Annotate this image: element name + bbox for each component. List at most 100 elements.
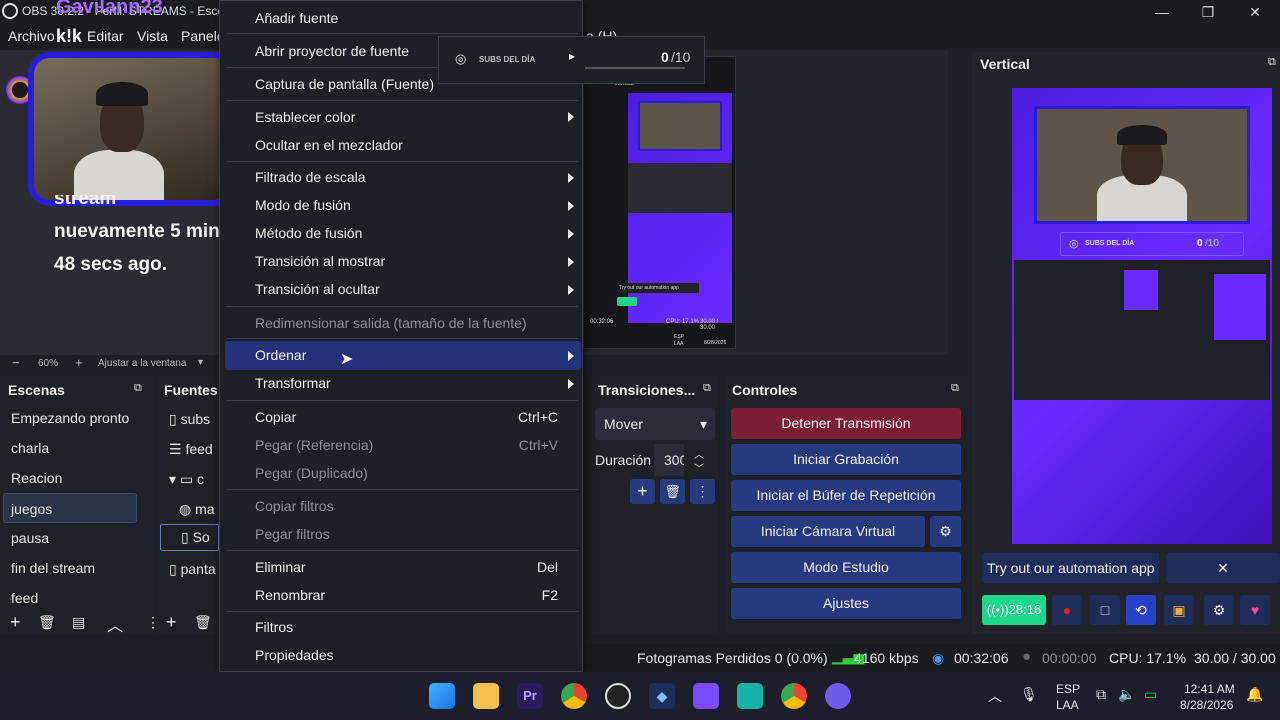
menu-item-scale-filter[interactable]: Filtrado de escala	[255, 169, 366, 185]
move-up-icon[interactable]: ︿	[107, 612, 123, 636]
menu-item-rename[interactable]: Renombrar	[255, 587, 325, 603]
source-item[interactable]: ▯ subs	[169, 411, 210, 428]
trash-icon[interactable]: 🗑	[38, 614, 56, 631]
file-explorer-icon[interactable]	[473, 683, 499, 709]
nested-time: 00:32:06	[590, 319, 614, 325]
apps-icon[interactable]	[693, 683, 719, 709]
menu-item-open-projector[interactable]: Abrir proyector de fuente	[255, 43, 409, 59]
chat-icon[interactable]	[825, 683, 851, 709]
source-item-selected[interactable]: ▯ So	[160, 524, 219, 551]
vertical-canvas[interactable]: ◎ SUBS DEL DÍA 0 /10	[1012, 88, 1272, 544]
automation-button[interactable]: Try out our automation app	[982, 553, 1159, 583]
streamlabs-icon[interactable]: ◆	[649, 683, 675, 709]
chrome-icon[interactable]	[561, 683, 587, 709]
transition-select[interactable]: Mover ▾	[595, 408, 715, 440]
add-source-button[interactable]: +	[166, 612, 177, 633]
settings-button[interactable]: Ajustes	[731, 588, 961, 619]
start-virtual-cam-button[interactable]: Iniciar Cámara Virtual	[731, 516, 925, 547]
source-item[interactable]: ◍ ma	[179, 501, 215, 518]
menu-item-set-color[interactable]: Establecer color	[255, 109, 355, 125]
close-button[interactable]: ✕	[1240, 2, 1270, 22]
microphone-icon[interactable]: 🎙	[1020, 686, 1038, 703]
source-item[interactable]: ☰ feed	[169, 441, 213, 458]
submenu-subs-label[interactable]: SUBS DEL DÍA	[479, 55, 535, 64]
scene-item[interactable]: pausa	[0, 523, 140, 553]
scene-item[interactable]: Empezando pronto	[0, 403, 140, 433]
menu-editar[interactable]: Editar	[87, 28, 124, 44]
menu-archivo[interactable]: Archivo	[8, 28, 55, 44]
start-replay-button[interactable]: Iniciar el Búfer de Repetición	[731, 480, 961, 511]
submenu-arrow-icon	[568, 112, 574, 122]
network-icon[interactable]: ⧉	[1096, 686, 1106, 703]
record-icon[interactable]: ●	[1052, 595, 1082, 625]
start-record-button[interactable]: Iniciar Grabación	[731, 444, 961, 475]
heart-icon[interactable]: ♥	[1240, 595, 1270, 625]
close-icon[interactable]: ✕	[1166, 553, 1280, 583]
obs-logo-icon	[2, 3, 18, 19]
menu-item-hide-mixer[interactable]: Ocultar en el mezclador	[255, 137, 403, 153]
stop-icon[interactable]: □	[1090, 595, 1120, 625]
add-scene-button[interactable]: +	[10, 612, 21, 633]
menu-item-order[interactable]: Ordenar	[255, 347, 306, 363]
source-group[interactable]: ▾ ▭ c	[169, 471, 204, 488]
stepper-up-icon[interactable]: ︿	[694, 446, 704, 461]
menu-item-screenshot[interactable]: Captura de pantalla (Fuente)	[255, 76, 434, 92]
replay-icon[interactable]: ⟲	[1126, 595, 1156, 625]
stop-stream-button[interactable]: Detener Transmisión	[731, 408, 961, 439]
menu-item-hide-transition[interactable]: Transición al ocultar	[255, 281, 380, 297]
add-transition-button[interactable]: +	[630, 479, 655, 504]
zoom-out-button[interactable]: −	[12, 355, 20, 370]
audio-icon[interactable]	[737, 683, 763, 709]
menu-item-properties[interactable]: Propiedades	[255, 647, 334, 663]
scene-item[interactable]: fin del stream	[0, 553, 140, 583]
menu-vista[interactable]: Vista	[137, 28, 168, 44]
trash-icon[interactable]: 🗑	[660, 479, 685, 504]
undock-icon[interactable]: ⧉	[703, 382, 711, 395]
gear-icon[interactable]: ⚙	[930, 516, 961, 547]
webcam-frame[interactable]	[28, 52, 236, 206]
scene-item[interactable]: Reacion	[0, 463, 140, 493]
vertical-subs-label: SUBS DEL DÍA	[1085, 240, 1135, 247]
submenu-arrow-icon	[568, 379, 574, 389]
menu-item-show-transition[interactable]: Transición al mostrar	[255, 253, 385, 269]
source-item[interactable]: ▯ panta	[169, 561, 216, 578]
maximize-button[interactable]: ❐	[1193, 2, 1223, 22]
scene-item-selected[interactable]: juegos	[3, 493, 137, 523]
minimize-button[interactable]: —	[1147, 2, 1177, 22]
menu-item-copy[interactable]: Copiar	[255, 409, 296, 425]
scene-item[interactable]: charla	[0, 433, 140, 463]
filter-icon[interactable]: ▤	[72, 614, 85, 631]
undock-icon[interactable]: ⧉	[951, 382, 959, 395]
studio-mode-button[interactable]: Modo Estudio	[731, 552, 961, 583]
chevron-up-icon[interactable]: ︿	[988, 686, 1002, 706]
menu-item-transform[interactable]: Transformar	[255, 375, 331, 391]
obs-icon[interactable]	[605, 683, 631, 709]
undock-icon[interactable]: ⧉	[1268, 56, 1276, 69]
more-icon[interactable]: ⋮	[690, 479, 715, 504]
taskbar-lang[interactable]: ESP	[1056, 682, 1080, 696]
premiere-icon[interactable]: Pr	[517, 683, 543, 709]
scene-item[interactable]: feed	[0, 583, 140, 613]
notification-icon[interactable]: 🔔	[1246, 686, 1263, 703]
menu-item-delete[interactable]: Eliminar	[255, 559, 306, 575]
chrome-icon[interactable]	[781, 683, 807, 709]
trash-icon[interactable]: 🗑	[194, 614, 212, 631]
undock-icon[interactable]: ⧉	[134, 382, 142, 395]
duration-input[interactable]: 300	[654, 444, 684, 476]
menu-item-blend-mode[interactable]: Modo de fusión	[255, 197, 351, 213]
chevron-down-icon[interactable]: ▾	[198, 357, 203, 368]
virtual-cam-icon[interactable]: ▣	[1164, 595, 1194, 625]
stepper-down-icon[interactable]: ﹀	[694, 460, 704, 475]
live-time-badge[interactable]: ((•))28:16	[982, 595, 1046, 625]
battery-icon[interactable]: ▭	[1144, 686, 1157, 703]
context-menu: Añadir fuente Abrir proyector de fuente …	[219, 0, 583, 672]
speaker-icon[interactable]: 🔈	[1118, 686, 1135, 703]
mouse-cursor-icon: ➤	[340, 351, 354, 368]
menu-item-filters[interactable]: Filtros	[255, 619, 293, 635]
zoom-in-button[interactable]: +	[75, 355, 83, 370]
menu-item-add-source[interactable]: Añadir fuente	[255, 10, 338, 26]
zoom-fit[interactable]: Ajustar a la ventana	[98, 358, 186, 369]
windows-start-icon[interactable]	[429, 683, 455, 709]
gear-icon[interactable]: ⚙	[1204, 595, 1234, 625]
menu-item-blend-method[interactable]: Método de fusión	[255, 225, 362, 241]
